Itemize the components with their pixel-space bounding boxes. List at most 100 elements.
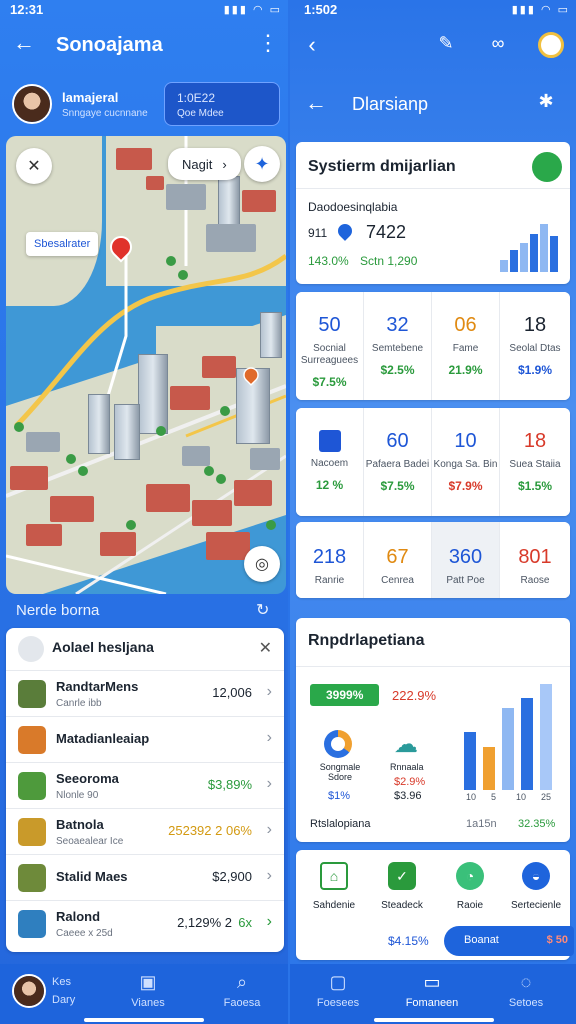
list-item[interactable]: Seeoroma Nlonle 90 $3,89% › [6, 762, 284, 808]
report-bar [483, 746, 495, 790]
stat-tile[interactable]: Nacoem 12 % [296, 408, 364, 516]
item-thumb-icon [18, 772, 46, 800]
list-item[interactable]: Ralond Caeee x 25d 2,129% 2 6x › [6, 900, 284, 946]
report-footer-left: Rtslalopiana [310, 818, 371, 830]
report-footer-right: 32.35% [518, 818, 556, 830]
map-caption: Nerde borna [16, 602, 100, 619]
tile-label: Konga Sa. Bin [433, 459, 498, 470]
layers-button[interactable]: ◎ [244, 546, 280, 582]
stat-tile[interactable]: 360 Patt Poe [432, 522, 500, 598]
list-header-icon [18, 636, 44, 662]
stat-tile[interactable]: 801 Raose [500, 522, 570, 598]
action-home[interactable]: ⌂ Sahdenie [302, 862, 366, 911]
bottom-nav-right: ▢ Foesees ▭ Fomaneen ◌ Setoes [290, 964, 576, 1024]
close-icon[interactable]: ✕ [259, 638, 272, 658]
city-map[interactable]: ✕ Nagit › ✦ Sbesalrater ◎ [6, 136, 286, 594]
more-vert-icon[interactable]: ⋮ [256, 32, 280, 54]
action-label: Sertecienle [510, 900, 562, 911]
stat-tile[interactable]: 60 Pafaera Badei $7.5% [364, 408, 432, 516]
report-bar-label: 10 [466, 792, 477, 802]
tile-number: 218 [312, 546, 347, 568]
nav-item-forms[interactable]: ▭ Fomaneen [394, 964, 470, 1009]
item-title: Matadianleaiap [56, 731, 150, 746]
location-label[interactable]: Sbesalrater [26, 232, 99, 256]
cta-badge: $ 50 [546, 934, 568, 946]
back-chevron-icon[interactable]: ‹ [302, 34, 322, 56]
settings-icon: ◌ [520, 972, 532, 992]
nav-item-files[interactable]: ▢ Foesees [300, 964, 376, 1009]
item1-label: Songmale Sdore [319, 762, 361, 782]
list-item[interactable]: Stalid Maes $2,900 › [6, 854, 284, 900]
profile-badge-icon[interactable] [538, 32, 564, 58]
nav-label: Foesees [316, 997, 360, 1009]
stat-tile[interactable]: 18 Seolal Dtas $1.9% [500, 292, 570, 400]
nav-item-search[interactable]: ⌕ Faoesa [204, 964, 280, 1009]
summary-bar [520, 243, 528, 272]
locate-button[interactable]: ✦ [244, 146, 280, 182]
report-bar-label: 10 [516, 792, 527, 802]
list-icon [318, 430, 341, 452]
compass-button[interactable]: ✕ [16, 148, 52, 184]
list-item[interactable]: RandtarMens Canrle ibb 12,006 › [6, 670, 284, 716]
summary-num1: 911 [308, 226, 328, 240]
status-time: 1:502 [304, 2, 338, 17]
nav-item-settings[interactable]: ◌ Setoes [488, 964, 564, 1009]
summary-num2: 7422 [366, 222, 407, 242]
nagit-chip[interactable]: Nagit › [168, 148, 241, 180]
tile-label: Semtebene [371, 343, 424, 354]
nav-label: Fomaneen [405, 997, 459, 1009]
report-bar [464, 732, 476, 790]
search-icon: ⌕ [236, 972, 248, 992]
back-arrow-icon[interactable]: ← [304, 92, 328, 114]
stat-tile[interactable]: 67 Cenrea [364, 522, 432, 598]
action-settings[interactable]: ◒ Sertecienle [502, 862, 570, 911]
tile-number: 10 [454, 430, 477, 452]
tile-number: 18 [523, 430, 547, 452]
item-thumb-icon [18, 726, 46, 754]
avatar[interactable] [12, 84, 52, 124]
stat-tile[interactable]: 50 Socnial Surreaguees $7.5% [296, 292, 364, 400]
action-deck[interactable]: ✓ Steadeck [370, 862, 434, 911]
cta-button[interactable]: Boanat $ 50 [444, 926, 574, 956]
tile-label: Nacoem [310, 458, 349, 469]
map-pin-icon[interactable] [105, 231, 137, 263]
stat-tile[interactable]: 10 Konga Sa. Bin $7.9% [432, 408, 500, 516]
status-badge[interactable]: 1:0E22 Qoe Mdee [164, 82, 280, 126]
tile-number: 18 [523, 314, 547, 336]
tile-number: 60 [386, 430, 409, 452]
bottom-nav-left: Kes Dary ▣ Vianes ⌕ Faoesa [0, 964, 288, 1024]
stat-tile[interactable]: 18 Suea Staiia $1.5% [500, 408, 570, 516]
folder-icon: ▢ [329, 972, 347, 992]
stat-tile[interactable]: 218 Ranrie [296, 522, 364, 598]
nav-item-views[interactable]: ▣ Vianes [110, 964, 186, 1009]
status-time: 12:31 [10, 2, 44, 17]
action-radio[interactable]: ◔ Raoie [438, 862, 502, 911]
donut-chart-icon [324, 730, 352, 758]
report-bar [502, 708, 514, 790]
tile-label: Ranrie [314, 575, 345, 586]
list-item[interactable]: Batnola Seoaealear Ice 252392 2 06% › [6, 808, 284, 854]
nav-top-label: Kes [52, 976, 71, 988]
item-value: $2,900 [212, 869, 252, 884]
edit-icon[interactable]: ✎ [434, 34, 458, 52]
gear-icon[interactable]: ✱ [534, 92, 558, 110]
share-icon[interactable]: ↻ [256, 600, 269, 620]
status-icons: ▮▮▮ ◠ ▭ [511, 4, 570, 16]
tile-number: 360 [448, 546, 483, 568]
item-title: Seeoroma [56, 771, 119, 786]
item-value: 252392 2 06% [168, 823, 252, 838]
back-arrow-icon[interactable]: ← [12, 32, 36, 54]
tile-value: $7.9% [448, 479, 483, 493]
stat-tile[interactable]: 06 Fame 21.9% [432, 292, 500, 400]
cloud-icon: ☁ [394, 731, 418, 758]
summary-title: Systierm dmijarlian [308, 158, 456, 175]
tile-value: $7.5% [380, 479, 415, 493]
map-pin-small-icon[interactable] [240, 364, 262, 386]
tile-label: Pafaera Badei [365, 459, 430, 470]
chat-icon: ◒ [522, 862, 550, 890]
link-icon[interactable]: ∞ [486, 34, 510, 52]
stat-tile[interactable]: 32 Semtebene $2.5% [364, 292, 432, 400]
summary-card: Systierm dmijarlian Daodoesinqlabia 911 … [296, 142, 570, 284]
list-item[interactable]: Matadianleaiap › [6, 716, 284, 762]
right-pane: 1:502 ▮▮▮ ◠ ▭ ‹ ✎ ∞ ← Dlarsianp ✱ Systie… [290, 0, 576, 1024]
